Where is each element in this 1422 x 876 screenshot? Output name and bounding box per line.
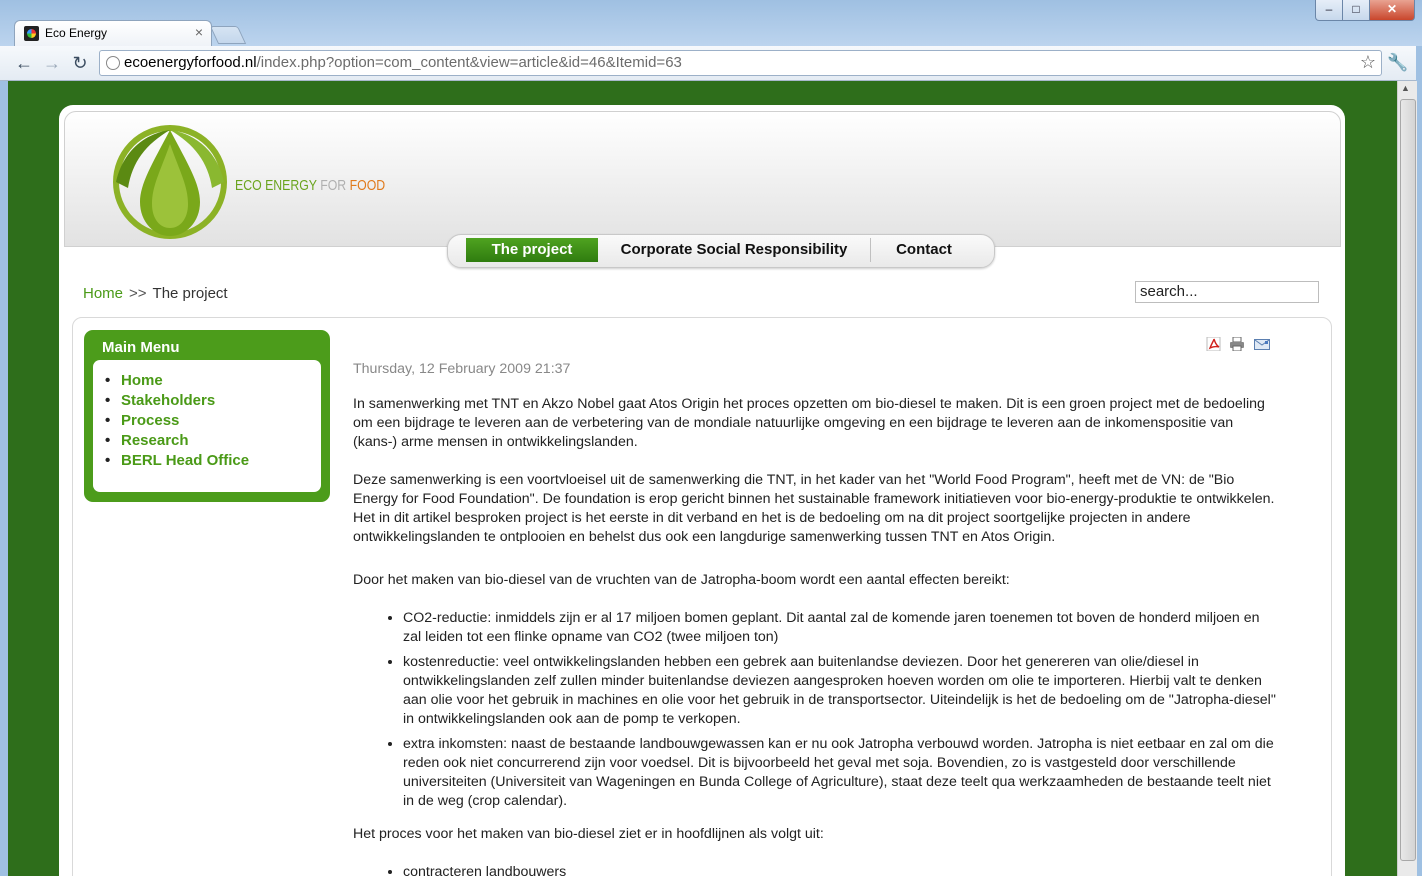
logo-text-eco-energy: ECO ENERGY	[235, 177, 321, 194]
menu-item-stakeholders[interactable]: Stakeholders	[105, 391, 249, 411]
new-tab-button[interactable]	[209, 26, 247, 44]
article-body: Thursday, 12 February 2009 21:37 In same…	[353, 360, 1277, 876]
minimize-button[interactable]: –	[1315, 0, 1343, 21]
reload-icon[interactable]: ↻	[68, 51, 92, 75]
main-menu-title: Main Menu	[102, 339, 180, 356]
url-host: ecoenergyforfood.nl	[124, 54, 257, 71]
email-icon[interactable]	[1254, 337, 1270, 351]
menu-item-process[interactable]: Process	[105, 411, 249, 431]
top-navigation: The project Corporate Social Responsibil…	[447, 234, 995, 268]
nav-item-the-project[interactable]: The project	[466, 238, 598, 262]
address-bar[interactable]: ecoenergyforfood.nl/index.php?option=com…	[99, 50, 1382, 76]
pdf-icon[interactable]	[1206, 337, 1222, 351]
logo-text[interactable]: ECO ENERGY FOR FOOD	[235, 177, 385, 194]
logo-text-for: FOR	[320, 177, 350, 194]
logo-text-food: FOOD	[349, 177, 386, 194]
window-frame-left	[0, 81, 8, 876]
site-header: ECO ENERGY FOR FOOD	[64, 111, 1341, 247]
main-menu-panel: Home Stakeholders Process Research BERL …	[93, 360, 321, 492]
article-date: Thursday, 12 February 2009 21:37	[353, 361, 571, 377]
breadcrumb-home-link[interactable]: Home	[83, 285, 123, 302]
close-window-button[interactable]: ✕	[1369, 0, 1415, 21]
url-text[interactable]: ecoenergyforfood.nl/index.php?option=com…	[124, 54, 682, 71]
article-paragraph-1: In samenwerking met TNT en Akzo Nobel ga…	[353, 396, 1265, 450]
search-input[interactable]	[1135, 281, 1319, 303]
content-box: Main Menu Home Stakeholders Process Rese…	[72, 317, 1332, 876]
scroll-up-icon[interactable]: ▲	[1401, 83, 1410, 93]
wrench-icon[interactable]: 🔧	[1386, 51, 1410, 75]
breadcrumb: Home >> The project	[83, 285, 228, 302]
logo-drop-icon[interactable]	[112, 124, 228, 240]
maximize-button[interactable]: □	[1342, 0, 1370, 21]
url-path: /index.php?option=com_content&view=artic…	[256, 54, 682, 71]
menu-item-research[interactable]: Research	[105, 431, 249, 451]
scrollbar-thumb[interactable]	[1400, 99, 1416, 861]
site-container: ECO ENERGY FOR FOOD The project Corporat…	[59, 105, 1345, 876]
list-item: kostenreductie: veel ontwikkelingslanden…	[403, 653, 1277, 729]
arrow-right-icon[interactable]: →	[40, 51, 64, 75]
joomla-favicon-icon	[24, 26, 39, 41]
vertical-scrollbar[interactable]: ▲	[1397, 81, 1417, 876]
star-icon[interactable]: ☆	[1360, 52, 1376, 73]
menu-item-berl-head-office[interactable]: BERL Head Office	[105, 451, 249, 471]
article-paragraph-2: Deze samenwerking is een voortvloeisel u…	[353, 472, 1275, 545]
window-titlebar: Eco Energy × – □ ✕	[0, 0, 1422, 47]
tab-title: Eco Energy	[45, 26, 108, 40]
nav-item-csr[interactable]: Corporate Social Responsibility	[598, 238, 871, 262]
arrow-left-icon[interactable]: ←	[12, 51, 36, 75]
breadcrumb-current: The project	[152, 285, 228, 302]
background-window-ghost	[426, 6, 1026, 40]
steps-list: contracteren landbouwers	[353, 863, 1277, 876]
tab-close-icon[interactable]: ×	[195, 24, 203, 40]
browser-tab[interactable]: Eco Energy ×	[14, 20, 212, 47]
breadcrumb-separator: >>	[129, 285, 147, 302]
print-icon[interactable]	[1229, 337, 1245, 351]
page-viewport: ECO ENERGY FOR FOOD The project Corporat…	[8, 81, 1397, 876]
article-paragraph-4: Het proces voor het maken van bio-diesel…	[353, 826, 824, 842]
list-item: contracteren landbouwers	[403, 863, 1277, 876]
globe-icon	[106, 56, 120, 70]
browser-toolbar: ← → ↻ ecoenergyforfood.nl/index.php?opti…	[0, 46, 1422, 81]
menu-item-home[interactable]: Home	[105, 371, 249, 391]
list-item: CO2-reductie: inmiddels zijn er al 17 mi…	[403, 609, 1277, 647]
list-item: extra inkomsten: naast de bestaande land…	[403, 735, 1277, 811]
effects-list: CO2-reductie: inmiddels zijn er al 17 mi…	[353, 609, 1277, 811]
nav-item-contact[interactable]: Contact	[871, 238, 977, 262]
main-menu: Main Menu Home Stakeholders Process Rese…	[84, 330, 330, 502]
article-paragraph-3: Door het maken van bio-diesel van de vru…	[353, 572, 1010, 588]
